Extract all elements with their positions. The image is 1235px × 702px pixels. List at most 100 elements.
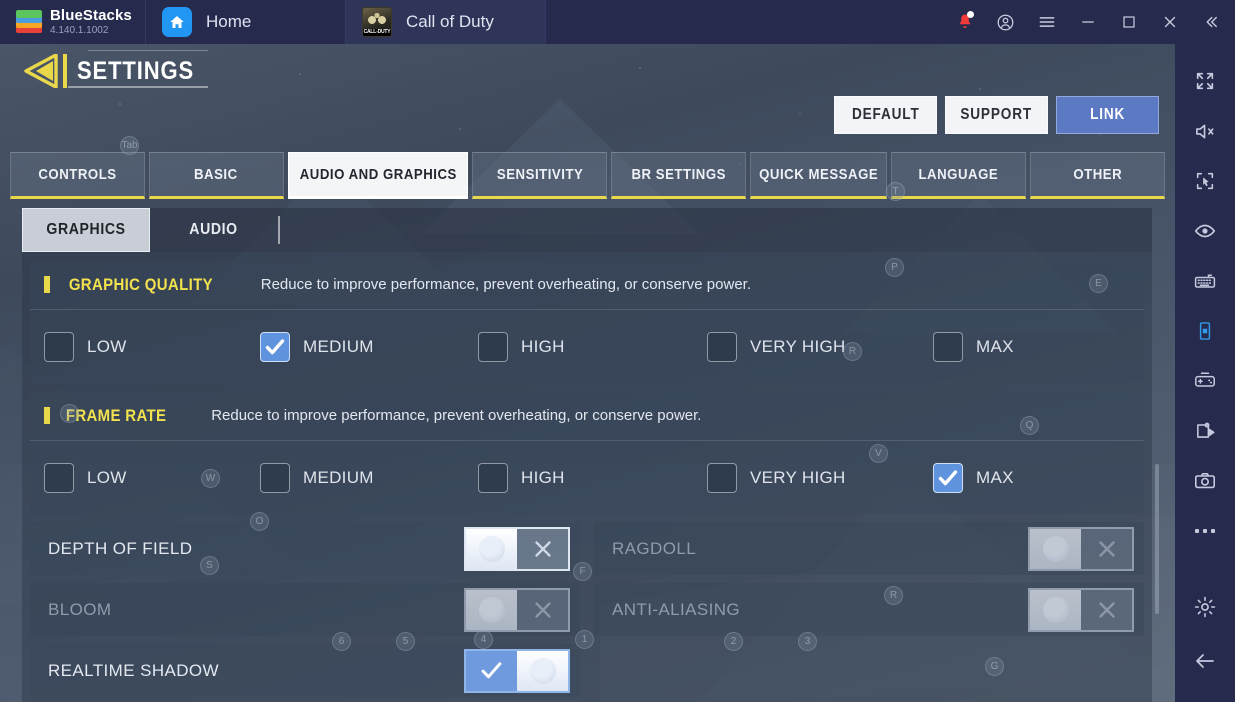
header-actions: DEFAULT SUPPORT LINK: [834, 96, 1159, 134]
option-quality-max[interactable]: MAX: [933, 331, 1014, 362]
toggle-knob: [466, 589, 517, 630]
checkbox-framerate-max[interactable]: [933, 462, 963, 493]
toggle-knob: [1030, 589, 1081, 630]
bell-badge-dot: [967, 11, 974, 18]
toggle-depth-of-field[interactable]: [464, 526, 570, 571]
main-tabs: CONTROLS BASIC AUDIO AND GRAPHICS SENSIT…: [10, 152, 1165, 199]
row-realtime-shadow-label: REALTIME SHADOW: [48, 660, 219, 680]
mute-icon[interactable]: [1175, 106, 1235, 156]
tab-call-of-duty[interactable]: CALL-DUTY Call of Duty: [345, 0, 545, 44]
checkbox-quality-high[interactable]: [478, 331, 508, 362]
hamburger-menu-icon[interactable]: [1026, 0, 1067, 44]
tab-home[interactable]: Home: [145, 0, 345, 44]
home-icon: [162, 7, 192, 37]
fullscreen-icon[interactable]: [1175, 56, 1235, 106]
checkbox-framerate-low[interactable]: [44, 462, 74, 493]
keyboard-controls-icon[interactable]: [1175, 256, 1235, 306]
more-icon[interactable]: [1175, 506, 1235, 556]
section-graphic-quality-header: GRAPHIC QUALITY Reduce to improve perfor…: [30, 260, 1144, 310]
settings-gear-icon[interactable]: [1175, 582, 1235, 632]
toggle-realtime-shadow[interactable]: [464, 648, 570, 693]
subtab-audio[interactable]: AUDIO: [150, 208, 278, 252]
checkbox-quality-max[interactable]: [933, 331, 963, 362]
support-button[interactable]: SUPPORT: [945, 96, 1048, 134]
titlebar-spacer: [545, 0, 944, 44]
section-frame-rate: FRAME RATE Reduce to improve performance…: [30, 391, 1144, 514]
section-graphic-quality-title: GRAPHIC QUALITY: [68, 274, 213, 294]
option-framerate-max-label: MAX: [976, 467, 1014, 487]
option-framerate-medium[interactable]: MEDIUM: [260, 462, 478, 493]
row-anti-aliasing-label: ANTI-ALIASING: [612, 599, 741, 619]
tab-sensitivity-label: SENSITIVITY: [496, 166, 583, 183]
tab-language[interactable]: LANGUAGE: [891, 152, 1027, 199]
back-arrow-icon[interactable]: [22, 54, 62, 88]
toggle-knob: [517, 650, 568, 691]
option-framerate-medium-label: MEDIUM: [303, 467, 374, 487]
checkbox-framerate-very-high[interactable]: [707, 462, 737, 493]
checkbox-framerate-high[interactable]: [478, 462, 508, 493]
tab-other[interactable]: OTHER: [1030, 152, 1165, 199]
toggle-anti-aliasing[interactable]: [1028, 587, 1134, 632]
phone-rotate-icon[interactable]: [1175, 306, 1235, 356]
checkbox-framerate-medium[interactable]: [260, 462, 290, 493]
row-anti-aliasing[interactable]: ANTI-ALIASING: [594, 583, 1144, 636]
video-record-icon[interactable]: [1175, 406, 1235, 456]
section-frame-rate-header: FRAME RATE Reduce to improve performance…: [30, 391, 1144, 441]
screenshot-region-icon[interactable]: [1175, 156, 1235, 206]
toggle-knob: [1030, 528, 1081, 569]
tab-controls[interactable]: CONTROLS: [10, 152, 145, 199]
subtab-separator: [278, 216, 280, 244]
option-quality-low[interactable]: LOW: [44, 331, 260, 362]
section-graphic-quality-desc: Reduce to improve performance, prevent o…: [260, 276, 751, 293]
bluestacks-window: BlueStacks 4.140.1.1002 Home CALL-DUTY C…: [0, 0, 1235, 702]
row-ragdoll[interactable]: RAGDOLL: [594, 522, 1144, 575]
collapse-icon[interactable]: [1190, 0, 1231, 44]
tab-audio-and-graphics[interactable]: AUDIO AND GRAPHICS: [287, 152, 469, 199]
option-framerate-high-label: HIGH: [521, 467, 565, 487]
tab-sensitivity[interactable]: SENSITIVITY: [472, 152, 608, 199]
default-button[interactable]: DEFAULT: [834, 96, 937, 134]
option-framerate-low[interactable]: LOW: [44, 462, 260, 493]
gamepad-icon[interactable]: [1175, 356, 1235, 406]
option-framerate-very-high[interactable]: VERY HIGH: [707, 462, 933, 493]
row-bloom[interactable]: BLOOM: [30, 583, 580, 636]
settings-panel: GRAPHIC QUALITY Reduce to improve perfor…: [22, 252, 1152, 702]
tab-quick-message[interactable]: QUICK MESSAGE: [749, 152, 888, 199]
maximize-icon[interactable]: [1108, 0, 1149, 44]
eye-icon[interactable]: [1175, 206, 1235, 256]
back-arrow-icon[interactable]: [1175, 636, 1235, 686]
check-icon: [265, 338, 285, 354]
notifications-bell-icon[interactable]: [944, 0, 985, 44]
row-bloom-label: BLOOM: [48, 599, 112, 619]
row-ragdoll-label: RAGDOLL: [612, 538, 697, 558]
checkbox-quality-very-high[interactable]: [707, 331, 737, 362]
option-quality-very-high-label: VERY HIGH: [750, 336, 846, 356]
checkbox-quality-medium[interactable]: [260, 331, 290, 362]
option-quality-medium[interactable]: MEDIUM: [260, 331, 478, 362]
cross-icon: [1081, 590, 1132, 630]
option-quality-max-label: MAX: [976, 336, 1014, 356]
option-framerate-high[interactable]: HIGH: [478, 462, 707, 493]
toggle-bloom[interactable]: [464, 587, 570, 632]
row-depth-of-field[interactable]: DEPTH OF FIELD: [30, 522, 580, 575]
minimize-icon[interactable]: [1067, 0, 1108, 44]
link-button[interactable]: LINK: [1056, 96, 1159, 134]
account-icon[interactable]: [985, 0, 1026, 44]
subtab-graphics[interactable]: GRAPHICS: [22, 208, 150, 252]
row-realtime-shadow[interactable]: REALTIME SHADOW: [30, 644, 580, 697]
close-icon[interactable]: [1149, 0, 1190, 44]
section-graphic-quality-options: LOW MEDIUM HIGH VERY HIGH MAX: [30, 310, 1144, 383]
checkbox-quality-low[interactable]: [44, 331, 74, 362]
tab-basic[interactable]: BASIC: [148, 152, 284, 199]
check-icon: [466, 651, 517, 691]
toggle-ragdoll[interactable]: [1028, 526, 1134, 571]
option-quality-very-high[interactable]: VERY HIGH: [707, 331, 933, 362]
option-framerate-max[interactable]: MAX: [933, 462, 1014, 493]
tab-br-settings[interactable]: BR SETTINGS: [611, 152, 746, 199]
option-quality-high[interactable]: HIGH: [478, 331, 707, 362]
cross-icon: [517, 590, 568, 630]
camera-icon[interactable]: [1175, 456, 1235, 506]
section-frame-rate-options: LOW MEDIUM HIGH VERY HIGH MAX: [30, 441, 1144, 514]
panel-scrollbar[interactable]: [1155, 464, 1159, 614]
option-quality-medium-label: MEDIUM: [303, 336, 374, 356]
